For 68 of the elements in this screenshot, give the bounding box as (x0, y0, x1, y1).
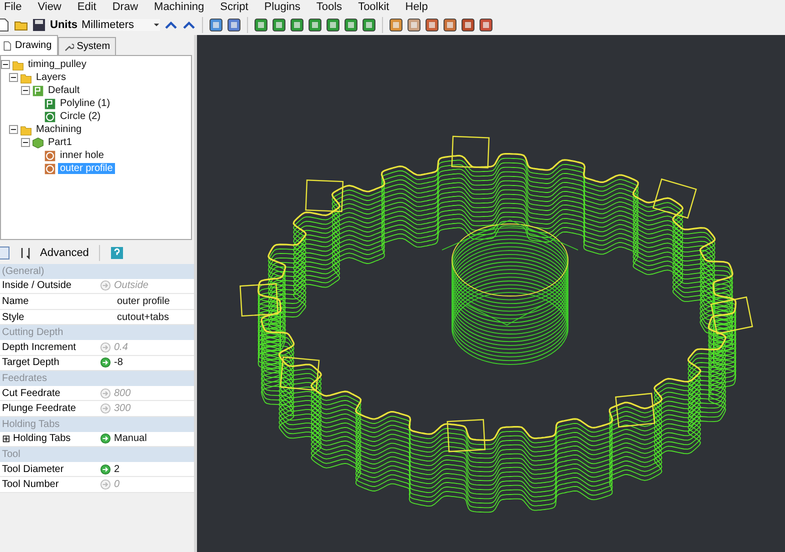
category-header: Cutting Depth (0, 325, 194, 340)
folder-icon (20, 72, 32, 84)
units-dropdown[interactable]: Millimeters (82, 18, 160, 31)
folder-icon (12, 58, 24, 70)
arrow-circle-icon[interactable] (100, 464, 111, 475)
arrow-circle-icon[interactable] (100, 433, 111, 444)
property-name: Name (2, 296, 29, 307)
help-icon[interactable] (110, 246, 124, 260)
polyline-icon (44, 98, 56, 110)
property-name: Plunge Feedrate (2, 403, 76, 414)
menu-item[interactable]: Tools (308, 1, 350, 14)
new-file-icon[interactable] (0, 18, 10, 32)
tree-item[interactable]: Circle (2) (58, 111, 103, 122)
tree-item[interactable]: timing_pulley (26, 59, 88, 70)
arrow-circle-icon[interactable] (100, 357, 111, 368)
property-name: Depth Increment (2, 342, 76, 353)
operation-icon (44, 150, 56, 162)
save-icon[interactable] (32, 18, 46, 32)
property-value[interactable]: Manual (114, 433, 147, 444)
operation-icon (44, 162, 56, 174)
collapse-icon[interactable] (1, 60, 10, 69)
collapse-icon[interactable] (9, 125, 18, 134)
property-name: Target Depth (2, 357, 60, 368)
menu-item[interactable]: Script (212, 1, 256, 14)
property-name: Tool Diameter (2, 464, 64, 475)
category-header: Holding Tabs (0, 416, 194, 432)
collapse-icon[interactable] (9, 73, 18, 82)
property-name: Tool Number (2, 479, 59, 490)
menu-item[interactable]: Edit (69, 1, 104, 14)
wrench-icon (64, 42, 74, 52)
menu-item[interactable]: Machining (146, 1, 212, 14)
property-name: Holding Tabs (13, 433, 71, 444)
property-value[interactable]: -8 (114, 357, 123, 368)
property-name: Inside / Outside (2, 280, 72, 292)
viewport-canvas[interactable] (197, 35, 785, 552)
property-name: Cut Feedrate (2, 388, 60, 399)
category-header: (General) (0, 264, 194, 279)
dropdown-caret-icon (152, 21, 160, 28)
menu-item[interactable]: Help (397, 1, 436, 14)
menu-item[interactable]: Plugins (256, 1, 308, 14)
tree-item[interactable]: inner hole (58, 150, 106, 161)
property-value[interactable]: outer profile (117, 296, 170, 307)
menu-item[interactable]: File (0, 1, 30, 14)
property-name: Style (2, 312, 24, 323)
category-header: Tool (0, 447, 194, 462)
document-icon (2, 40, 12, 50)
property-value[interactable]: cutout+tabs (117, 312, 169, 323)
tree-item[interactable]: Part1 (46, 137, 74, 148)
panel-tab[interactable]: System (58, 37, 116, 55)
layer-icon (32, 84, 44, 96)
expander[interactable]: ⊞ (2, 432, 10, 445)
panel-tab[interactable]: Drawing (0, 35, 58, 55)
category-header: Feedrates (0, 371, 194, 386)
property-value[interactable]: 2 (114, 464, 120, 475)
tree-item[interactable]: Polyline (1) (58, 98, 112, 109)
tree-item[interactable]: Layers (34, 72, 68, 83)
cube-icon (32, 136, 44, 148)
menu-item[interactable]: Draw (104, 1, 146, 14)
circle-icon (44, 110, 56, 122)
collapse-icon[interactable] (21, 86, 30, 95)
advanced-button[interactable]: Advanced (40, 247, 89, 259)
tree-item[interactable]: Machining (34, 124, 84, 135)
menu-item[interactable]: Toolkit (350, 1, 398, 14)
tree-item[interactable]: Default (46, 85, 82, 96)
units-label: Units (50, 18, 78, 31)
menu-item[interactable]: View (30, 1, 70, 14)
collapse-icon[interactable] (21, 138, 30, 147)
folder-icon (20, 124, 32, 136)
